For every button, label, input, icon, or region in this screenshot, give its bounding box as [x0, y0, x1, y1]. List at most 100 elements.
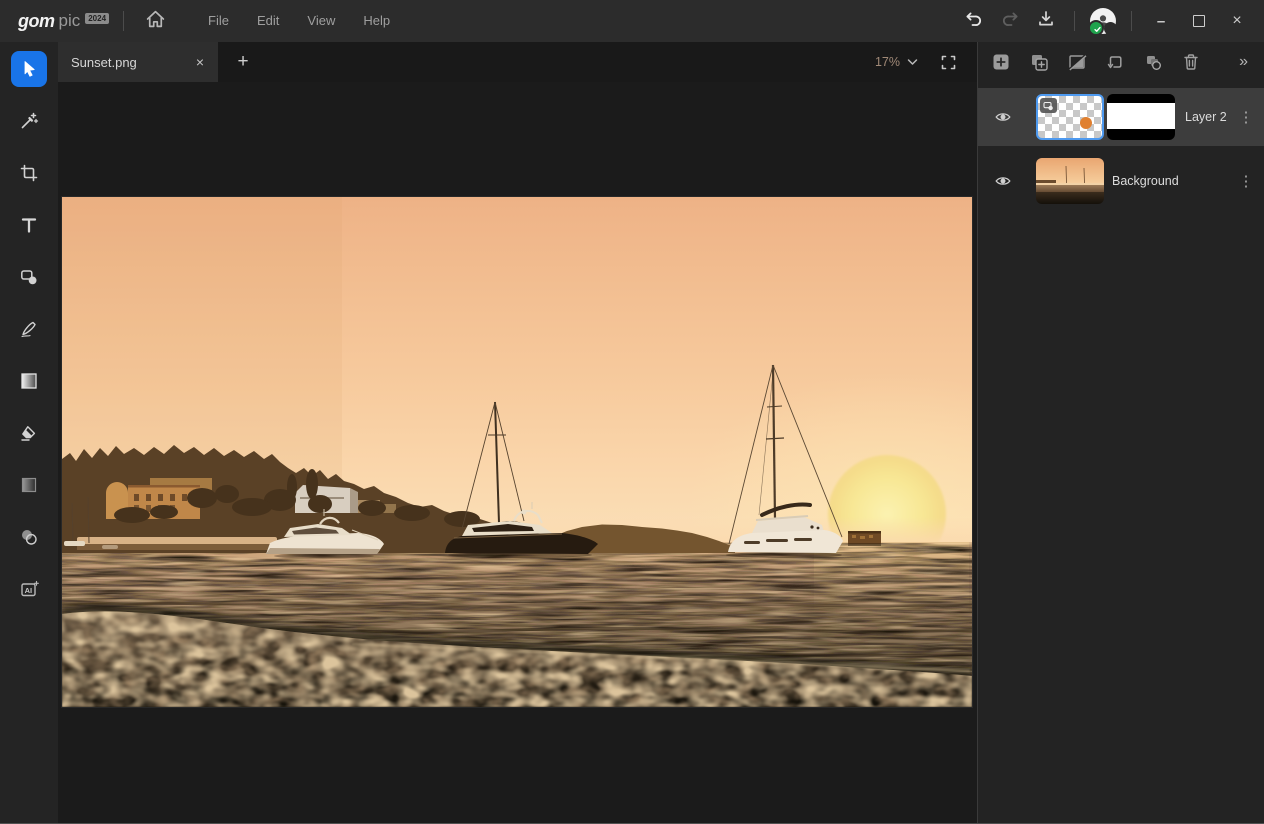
tool-select[interactable]	[11, 51, 47, 87]
brush-icon	[21, 321, 36, 338]
crop-icon	[20, 164, 38, 182]
home-button[interactable]	[138, 6, 172, 36]
text-icon	[21, 218, 37, 233]
zoom-level: 17%	[874, 55, 900, 69]
cursor-icon	[24, 61, 35, 77]
layer-visibility-slash-icon	[1068, 54, 1087, 71]
shape-icon	[21, 270, 37, 285]
layer2-thumbnail[interactable]	[1036, 94, 1104, 140]
tab-sunset[interactable]: Sunset.png ×	[58, 42, 218, 82]
tab-strip: Sunset.png × + 17%	[58, 42, 977, 82]
canvas-workspace[interactable]	[58, 82, 977, 824]
layer2-visibility-toggle[interactable]	[991, 110, 1015, 124]
tool-blend[interactable]	[11, 519, 47, 555]
window-maximize-button[interactable]	[1180, 6, 1218, 36]
menubar: File Edit View Help	[194, 0, 404, 42]
shape-layer-badge-icon	[1040, 98, 1057, 113]
tool-shape[interactable]	[11, 259, 47, 295]
blend-circles-icon	[22, 530, 37, 545]
tone-gradient-icon	[21, 477, 37, 493]
layer2-mask-thumbnail[interactable]	[1107, 94, 1175, 140]
tool-text[interactable]	[11, 207, 47, 243]
ai-icon: AI	[20, 580, 39, 596]
group-shapes-icon	[1146, 55, 1161, 70]
account-button[interactable]	[1085, 6, 1121, 36]
rotate-frame-icon	[1107, 55, 1122, 68]
redo-button[interactable]	[992, 6, 1028, 36]
eye-icon	[995, 177, 1011, 185]
group-layers-button[interactable]	[1138, 48, 1168, 76]
fullscreen-icon	[941, 55, 956, 69]
background-menu-button[interactable]: ⋮	[1238, 172, 1254, 190]
collapse-panel-button[interactable]: »	[1239, 53, 1260, 71]
divider	[123, 11, 125, 31]
chevron-down-icon	[907, 53, 918, 71]
user-avatar	[1088, 8, 1117, 36]
layer-name: Layer 2	[1185, 110, 1227, 124]
undo-icon	[964, 9, 984, 34]
tool-ai-wand[interactable]	[11, 103, 47, 139]
add-layer-icon	[993, 54, 1009, 70]
svg-text:AI: AI	[24, 585, 32, 594]
magic-wand-icon	[21, 112, 39, 129]
duplicate-layer-icon	[1031, 54, 1048, 71]
export-button[interactable]	[1028, 6, 1064, 36]
tools-sidebar: AI	[0, 42, 58, 824]
duplicate-layer-button[interactable]	[1024, 48, 1054, 76]
trash-icon	[1184, 54, 1198, 70]
delete-layer-button[interactable]	[1176, 48, 1206, 76]
eye-icon	[995, 113, 1011, 121]
titlebar-actions: – ×	[956, 6, 1264, 36]
tool-tone[interactable]	[11, 467, 47, 503]
mask-white-band	[1107, 103, 1175, 129]
background-visibility-toggle[interactable]	[991, 174, 1015, 188]
canvas-image[interactable]	[62, 197, 972, 707]
logo-gom: gom	[18, 10, 55, 31]
logo-pic: pic	[58, 10, 81, 30]
menu-edit[interactable]: Edit	[243, 0, 293, 42]
menu-file[interactable]: File	[194, 0, 243, 42]
divider	[1131, 11, 1132, 31]
menu-view[interactable]: View	[293, 0, 349, 42]
tool-ai-generate[interactable]: AI	[11, 571, 47, 607]
gradient-icon	[21, 373, 37, 389]
transform-layer-button[interactable]	[1100, 48, 1130, 76]
sand-beach	[77, 537, 277, 545]
add-layer-button[interactable]	[986, 48, 1016, 76]
download-icon	[1036, 9, 1056, 34]
layers-panel: » Layer 2 ⋮ Background ⋮	[977, 42, 1264, 824]
window-minimize-button[interactable]: –	[1142, 6, 1180, 36]
tool-gradient[interactable]	[11, 363, 47, 399]
hide-layer-button[interactable]	[1062, 48, 1092, 76]
tab-close-button[interactable]: ×	[190, 54, 210, 70]
logo-version-badge: 2024	[85, 12, 110, 24]
divider	[1074, 11, 1075, 31]
layer2-menu-button[interactable]: ⋮	[1238, 108, 1254, 126]
layer-name: Background	[1112, 174, 1179, 188]
background-thumbnail[interactable]	[1036, 158, 1104, 204]
barge	[848, 531, 881, 546]
sun-shape-preview	[1080, 117, 1092, 129]
tool-eraser[interactable]	[11, 415, 47, 451]
window-close-button[interactable]: ×	[1218, 6, 1256, 36]
layer-row-layer2[interactable]: Layer 2 ⋮	[978, 88, 1264, 146]
tool-crop[interactable]	[11, 155, 47, 191]
eraser-icon	[21, 426, 36, 441]
new-tab-button[interactable]: +	[232, 51, 254, 73]
tab-title: Sunset.png	[71, 54, 137, 70]
undo-button[interactable]	[956, 6, 992, 36]
fit-screen-button[interactable]	[940, 54, 957, 71]
menu-help[interactable]: Help	[349, 0, 404, 42]
layers-toolbar: »	[978, 42, 1264, 82]
home-icon	[145, 9, 166, 34]
tool-brush[interactable]	[11, 311, 47, 347]
redo-icon	[1000, 9, 1020, 34]
titlebar: gom pic 2024 File Edit View Help – ×	[0, 0, 1264, 42]
zoom-control[interactable]: 17%	[875, 53, 957, 71]
layer-row-background[interactable]: Background ⋮	[978, 152, 1264, 210]
verified-badge-icon	[1088, 20, 1104, 36]
maximize-icon	[1193, 15, 1205, 27]
avatar-overlay	[1104, 22, 1117, 35]
app-window: gom pic 2024 File Edit View Help – × Sun…	[0, 0, 1264, 824]
app-logo: gom pic 2024	[18, 10, 110, 32]
